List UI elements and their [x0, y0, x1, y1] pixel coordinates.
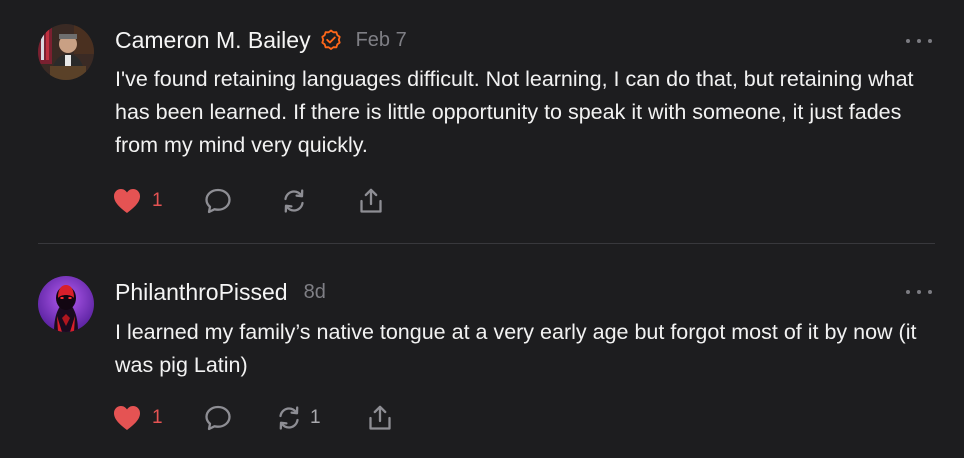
comment-header: PhilanthroPissed 8d [115, 277, 326, 307]
comment: PhilanthroPissed 8d I learned my family’… [0, 245, 964, 458]
author-name[interactable]: PhilanthroPissed [115, 279, 288, 306]
more-options-icon[interactable] [906, 287, 932, 297]
like-button[interactable]: 1 [112, 185, 163, 217]
comment-text: I've found retaining languages difficult… [115, 67, 914, 157]
restack-button[interactable]: 1 [274, 402, 321, 434]
author-name[interactable]: Cameron M. Bailey [115, 27, 311, 54]
comment-actions: 1 1 [112, 402, 512, 434]
restack-icon [284, 189, 304, 213]
comment-bubble-icon [205, 405, 231, 431]
avatar[interactable] [38, 24, 94, 80]
comment-date[interactable]: Feb 7 [356, 29, 407, 52]
verified-badge-icon [320, 29, 342, 51]
reply-button[interactable] [203, 402, 233, 434]
comment: Cameron M. Bailey Feb 7 I've found retai… [0, 0, 964, 244]
more-options-icon[interactable] [906, 36, 932, 46]
avatar[interactable] [38, 276, 94, 332]
restack-count: 1 [310, 407, 321, 428]
restack-button[interactable] [279, 185, 309, 217]
heart-icon [114, 189, 140, 213]
comment-actions: 1 [112, 185, 512, 217]
like-count: 1 [152, 190, 163, 211]
restack-icon [279, 406, 299, 430]
comment-header: Cameron M. Bailey Feb 7 [115, 25, 407, 55]
divider [38, 243, 935, 244]
like-count: 1 [152, 407, 163, 428]
comment-date[interactable]: 8d [304, 281, 326, 304]
reply-button[interactable] [203, 185, 233, 217]
share-icon [369, 405, 391, 430]
share-button[interactable] [365, 402, 395, 434]
share-icon [360, 188, 382, 213]
comment-text: I learned my family’s native tongue at a… [115, 320, 917, 377]
like-button[interactable]: 1 [112, 402, 163, 434]
comment-bubble-icon [205, 188, 231, 214]
share-button[interactable] [356, 185, 386, 217]
heart-icon [114, 406, 140, 430]
